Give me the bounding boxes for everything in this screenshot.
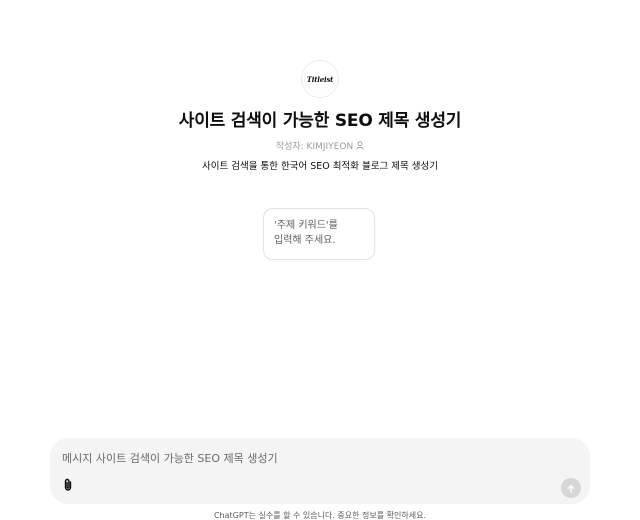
chat-page: Titleist 사이트 검색이 가능한 SEO 제목 생성기 작성자: KIM…: [0, 0, 640, 520]
arrow-up-icon: [566, 479, 576, 498]
paperclip-icon: [62, 477, 74, 496]
gpt-author: 작성자: KIMJIYEON: [276, 139, 364, 152]
gpt-title: 사이트 검색이 가능한 SEO 제목 생성기: [178, 111, 462, 131]
gpt-logo: Titleist: [301, 60, 339, 98]
author-label: 작성자: KIMJIYEON: [275, 142, 354, 152]
message-composer: 메시지 사이트 검색이 가능한 SEO 제목 생성기: [50, 438, 590, 504]
send-button[interactable]: [561, 478, 581, 498]
attach-button[interactable]: [60, 478, 76, 494]
footer-disclaimer: ChatGPT는 실수를 할 수 있습니다. 중요한 정보를 확인하세요.: [213, 511, 427, 520]
logo-wordmark: Titleist: [306, 74, 334, 84]
gpt-header: Titleist 사이트 검색이 가능한 SEO 제목 생성기 작성자: KIM…: [0, 60, 640, 172]
message-input[interactable]: 메시지 사이트 검색이 가능한 SEO 제목 생성기: [62, 450, 278, 466]
gpt-description: 사이트 검색을 통한 한국어 SEO 최적화 블로그 제목 생성기: [202, 161, 438, 172]
conversation-starter[interactable]: '주제 키워드'를 입력해 주세요.: [263, 208, 375, 260]
person-icon: [356, 141, 364, 150]
